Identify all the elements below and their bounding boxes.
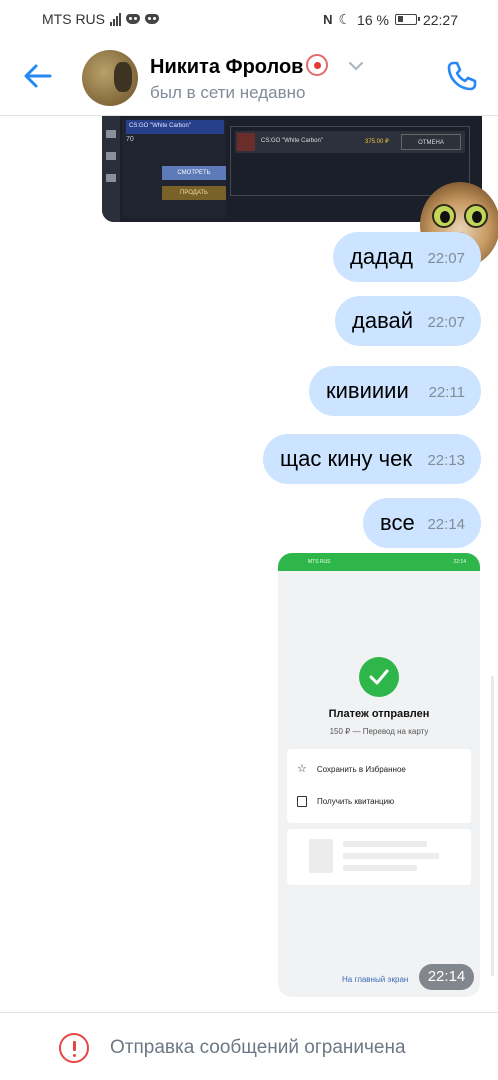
call-button[interactable] <box>444 58 480 94</box>
do-not-disturb-icon: ☾ <box>338 11 352 27</box>
receipt-title: Платеж отправлен <box>328 708 430 720</box>
battery-label: 16 % <box>357 11 389 28</box>
message-time: 22:07 <box>427 314 465 331</box>
signal-icon <box>110 12 121 26</box>
receipt-carrier: MTS RUS <box>308 559 331 565</box>
message-bubble[interactable]: дадад 22:07 <box>333 232 481 282</box>
message-bubble[interactable]: давай 22:07 <box>335 296 481 346</box>
receipt-status-time: 22:14 <box>453 559 466 565</box>
star-icon: ☆ <box>297 762 307 775</box>
status-bar: MTS RUS N ☾ 16 % 22:27 <box>0 0 498 36</box>
receipt-option-save-label: Сохранить в Избранное <box>316 764 406 774</box>
message-bubble[interactable]: все 22:14 <box>363 498 481 548</box>
contact-status: был в сети недавно <box>150 83 306 102</box>
item-thumbnail <box>237 133 255 151</box>
game-cancel-button: ОТМЕНА <box>401 134 461 150</box>
carrier-label: MTS RUS <box>42 11 105 27</box>
discord-icon <box>126 14 140 24</box>
message-text: давай <box>352 308 414 333</box>
receipt-subtitle: 150 ₽ — Перевод на карту <box>329 727 429 736</box>
contact-name-row[interactable]: Никита Фролов <box>150 54 329 79</box>
message-text: дадад <box>350 244 413 269</box>
receipt-actions: ☆ Сохранить в Избранное Получить квитанц… <box>287 749 471 823</box>
message-time: 22:14 <box>419 964 474 990</box>
game-listing-row: СS:GO "White Carbon" 375.00 ₽ ОТМЕНА <box>235 131 465 153</box>
restricted-notice: Отправка сообщений ограничена <box>110 1037 406 1058</box>
game-sell-button: ПРОДАТЬ <box>162 186 226 200</box>
discord-icon <box>145 14 159 24</box>
game-item-price: 375.00 ₽ <box>365 139 389 145</box>
chevron-down-icon[interactable] <box>348 60 364 72</box>
message-time: 22:07 <box>427 250 465 267</box>
game-view-button: СМОТРЕТЬ <box>162 166 226 180</box>
scrollbar[interactable] <box>491 676 494 976</box>
warning-icon <box>59 1033 89 1063</box>
payment-receipt-image[interactable]: MTS RUS 22:14 Платеж отправлен 150 ₽ — П… <box>278 553 480 997</box>
battery-icon <box>394 14 420 25</box>
success-check-icon <box>359 657 399 697</box>
receipt-option-receipt-label: Получить квитанцию <box>317 796 395 806</box>
status-bar-left: MTS RUS <box>42 11 159 27</box>
phone-icon <box>447 61 477 91</box>
game-selected-item: СS:GO "White Carbon" <box>126 120 224 134</box>
arrow-left-icon <box>24 64 52 88</box>
clock: 22:27 <box>422 11 458 28</box>
message-text: кивииии <box>326 378 409 403</box>
message-list[interactable]: СS:GO "White Carbon" 70 СМОТРЕТЬ ПРОДАТЬ… <box>0 116 498 1012</box>
back-button[interactable] <box>20 58 56 94</box>
chat-header: Никита Фролов был в сети недавно <box>0 36 498 116</box>
sticker-eye <box>432 204 456 228</box>
message-time: 22:14 <box>427 516 465 533</box>
game-level: 70 <box>126 136 134 143</box>
message-time: 22:13 <box>427 452 465 469</box>
nfc-icon: N <box>323 12 333 27</box>
message-text: щас кину чек <box>280 446 412 471</box>
sticker-eye <box>464 204 488 228</box>
game-item-name: СS:GO "White Carbon" <box>261 138 323 144</box>
game-sidebar <box>102 116 120 222</box>
game-listing: СS:GO "White Carbon" 375.00 ₽ ОТМЕНА <box>230 126 470 196</box>
placeholder-line <box>343 841 427 847</box>
message-bubble[interactable]: щас кину чек 22:13 <box>263 434 481 484</box>
status-bar-right: N ☾ 16 % 22:27 <box>323 11 458 28</box>
avatar[interactable] <box>82 50 138 106</box>
message-input-area: Отправка сообщений ограничена <box>0 1012 498 1080</box>
clown-emoji-icon <box>306 54 329 76</box>
receipt-home-link: На главный экран <box>342 975 409 984</box>
placeholder-thumb <box>309 839 333 873</box>
contact-name: Никита Фролов <box>150 56 304 78</box>
game-item-panel: СS:GO "White Carbon" 70 СМОТРЕТЬ ПРОДАТЬ <box>122 118 226 218</box>
receipt-option-receipt: Получить квитанцию <box>297 791 394 811</box>
message-text: все <box>380 510 415 535</box>
message-bubble[interactable]: кивииии 22:11 <box>309 366 481 416</box>
placeholder-line <box>343 865 417 871</box>
placeholder-line <box>343 853 439 859</box>
receipt-option-save: ☆ Сохранить в Избранное <box>297 759 406 779</box>
receipt-placeholder-card <box>287 829 471 885</box>
document-icon <box>297 795 307 807</box>
receipt-status-bar: MTS RUS 22:14 <box>278 553 480 571</box>
message-time: 22:11 <box>428 384 465 401</box>
